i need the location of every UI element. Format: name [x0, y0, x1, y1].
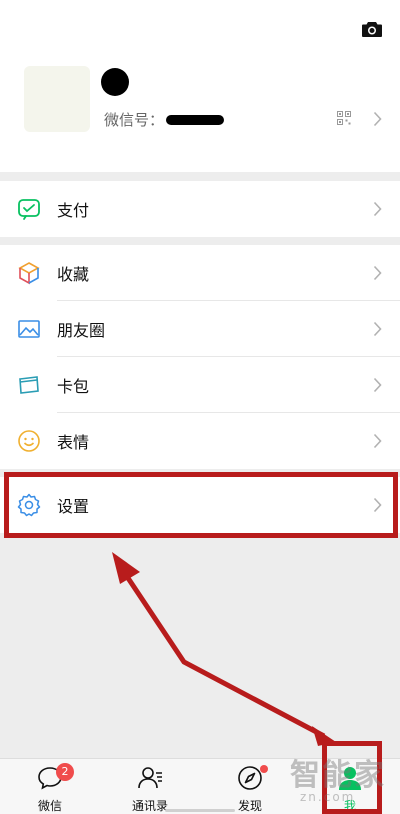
picture-icon	[18, 320, 40, 338]
chevron-right-icon	[373, 111, 382, 127]
payment-section: 支付	[0, 181, 400, 237]
qr-code-icon[interactable]	[337, 111, 351, 125]
avatar[interactable]	[24, 66, 90, 132]
arrowhead-up-icon	[112, 552, 140, 584]
menu-item-payment[interactable]: 支付	[0, 181, 400, 237]
chevron-right-icon	[373, 265, 382, 281]
tab-chats[interactable]: 2 微信	[10, 759, 90, 814]
watermark-logo: 智能家	[290, 758, 386, 793]
watermark-url: zn.com	[300, 790, 356, 804]
payment-icon	[18, 199, 40, 220]
wechat-id-label: 微信号：	[104, 111, 165, 129]
unread-badge: 2	[56, 763, 74, 781]
settings-highlight-box	[4, 472, 398, 538]
chevron-right-icon	[373, 377, 382, 393]
menu-item-cards[interactable]: 卡包	[0, 357, 400, 413]
menu-item-label: 朋友圈	[57, 321, 106, 340]
wechat-id-redacted	[166, 115, 224, 125]
menu-item-label: 支付	[57, 201, 90, 220]
menu-item-label: 表情	[57, 433, 90, 452]
nickname-redacted	[101, 68, 129, 96]
menu-item-moments[interactable]: 朋友圈	[0, 301, 400, 357]
profile-card[interactable]: 微信号：	[0, 0, 400, 172]
camera-icon[interactable]	[361, 20, 383, 38]
tab-discover[interactable]: 发现	[210, 759, 290, 814]
card-icon	[19, 376, 39, 394]
chevron-right-icon	[373, 201, 382, 217]
chevron-right-icon	[373, 433, 382, 449]
contacts-icon	[138, 767, 162, 789]
chevron-right-icon	[373, 321, 382, 337]
tab-label: 微信	[37, 799, 62, 813]
menu-item-favorites[interactable]: 收藏	[0, 245, 400, 301]
menu-item-label: 卡包	[57, 377, 90, 396]
menu-item-stickers[interactable]: 表情	[0, 413, 400, 469]
tab-contacts[interactable]: 通讯录	[110, 759, 190, 814]
services-section: 收藏 朋友圈 卡包 表情	[0, 245, 400, 469]
cube-icon	[18, 262, 40, 285]
menu-item-label: 收藏	[57, 265, 90, 284]
new-content-dot	[260, 765, 268, 773]
home-indicator	[165, 809, 235, 812]
smile-icon	[18, 430, 40, 452]
